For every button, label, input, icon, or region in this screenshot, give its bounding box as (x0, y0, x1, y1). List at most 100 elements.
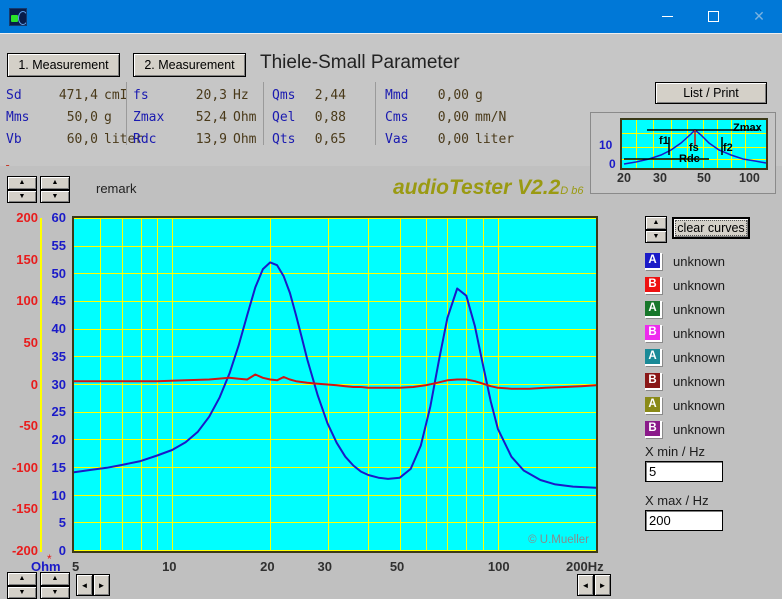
logo-suffix: D b6 (560, 185, 583, 197)
legend-item-0[interactable]: Aunknown (645, 249, 780, 273)
spinner-left-2[interactable]: ▲ ▼ (40, 176, 70, 203)
impedance-tick-label: 45 (44, 293, 66, 308)
scroll-arrows-left[interactable]: ◄ ► (76, 574, 110, 596)
parameter-value: 52,4 (179, 110, 227, 125)
parameter-row: Vb60,0liter (6, 128, 143, 150)
spinner-up-icon[interactable]: ▲ (7, 176, 37, 190)
clear-curves-button[interactable]: clear curves (672, 217, 750, 239)
frequency-tick-label: 200Hz (566, 559, 604, 574)
spinner-down-icon[interactable]: ▼ (40, 190, 70, 204)
legend-item-2[interactable]: Aunknown (645, 297, 780, 321)
arrow-right-icon[interactable]: ► (93, 574, 110, 596)
parameter-value: 471,4 (46, 88, 98, 103)
curve-color-swatch[interactable]: B (645, 277, 662, 294)
list-print-button[interactable]: List / Print (655, 82, 767, 104)
title-bar: ✕ (0, 0, 782, 33)
legend-spinner[interactable]: ▲ ▼ (645, 216, 667, 243)
spinner-down-icon[interactable]: ▼ (7, 190, 37, 204)
legend-item-6[interactable]: Aunknown (645, 393, 780, 417)
legend-item-7[interactable]: Bunknown (645, 417, 780, 441)
legend-item-label: unknown (673, 278, 725, 293)
parameter-name: Mms (6, 110, 46, 125)
mini-y-tick: 0 (609, 157, 616, 171)
arrow-left-icon[interactable]: ◄ (76, 574, 93, 596)
parameter-name: Zmax (133, 110, 179, 125)
remark-label: remark (96, 181, 136, 196)
legend-item-5[interactable]: Bunknown (645, 369, 780, 393)
column-separator (263, 82, 264, 145)
parameter-value: 60,0 (46, 132, 98, 147)
scroll-arrows-right[interactable]: ◄ ► (577, 574, 611, 596)
parameter-name: Sd (6, 88, 46, 103)
phase-tick-label: 0 (2, 377, 38, 392)
mini-x-tick: 30 (653, 171, 667, 185)
parameter-unit: g (98, 110, 112, 125)
legend-item-label: unknown (673, 302, 725, 317)
spinner-left-1[interactable]: ▲ ▼ (7, 176, 37, 203)
arrow-left-icon[interactable]: ◄ (577, 574, 594, 596)
status-dash: - (4, 158, 11, 172)
parameter-value: 0,00 (425, 88, 469, 103)
mini-x-tick: 100 (739, 171, 760, 185)
curve-color-swatch[interactable]: B (645, 325, 662, 342)
parameter-value: 0,88 (310, 110, 346, 125)
curve-color-swatch[interactable]: A (645, 301, 662, 318)
arrow-right-icon[interactable]: ► (594, 574, 611, 596)
chart-plot-area[interactable]: © U.Mueller (72, 216, 598, 553)
parameter-row: Cms0,00mm/N (385, 106, 514, 128)
spinner-up-icon[interactable]: ▲ (7, 572, 37, 586)
curve-color-swatch[interactable]: A (645, 397, 662, 414)
spinner-up-icon[interactable]: ▲ (40, 176, 70, 190)
phase-axis-line (40, 218, 42, 552)
parameter-unit: Hz (227, 88, 249, 103)
impedance-tick-label: 0 (44, 543, 66, 558)
frequency-tick-label: 5 (72, 559, 79, 574)
spinner-bottom-2[interactable]: ▲ ▼ (40, 572, 70, 599)
legend-item-1[interactable]: Bunknown (645, 273, 780, 297)
maximize-button[interactable] (690, 0, 736, 33)
curve-color-swatch[interactable]: A (645, 349, 662, 366)
legend-item-label: unknown (673, 326, 725, 341)
phase-tick-label: -150 (2, 501, 38, 516)
parameter-value: 20,3 (179, 88, 227, 103)
spinner-down-icon[interactable]: ▼ (645, 230, 667, 244)
parameter-row: Mms50,0g (6, 106, 143, 128)
tab-measurement-2[interactable]: 2. Measurement (133, 53, 246, 77)
close-icon[interactable]: ✕ (736, 0, 782, 33)
copyright-notice: © U.Mueller (528, 534, 589, 546)
curve-color-swatch[interactable]: A (645, 253, 662, 270)
phase-tick-label: 200 (2, 210, 38, 225)
x-max-input[interactable]: 200 (645, 510, 723, 531)
impedance-tick-label: 60 (44, 210, 66, 225)
parameter-unit: cmI (98, 88, 127, 103)
curve-color-swatch[interactable]: B (645, 373, 662, 390)
impedance-tick-label: 55 (44, 238, 66, 253)
mini-annotation: Zmax (733, 122, 762, 134)
mini-annotation: f2 (723, 142, 733, 154)
parameter-row: Mmd0,00g (385, 84, 514, 106)
legend-item-label: unknown (673, 398, 725, 413)
frequency-tick-label: 10 (162, 559, 176, 574)
chart-curves (74, 218, 596, 551)
x-min-input[interactable]: 5 (645, 461, 723, 482)
spinner-down-icon[interactable]: ▼ (40, 586, 70, 599)
spinner-bottom-1[interactable]: ▲ ▼ (7, 572, 37, 599)
spinner-down-icon[interactable]: ▼ (7, 586, 37, 599)
parameter-value: 0,65 (310, 132, 346, 147)
legend-item-label: unknown (673, 254, 725, 269)
spinner-up-icon[interactable]: ▲ (645, 216, 667, 230)
legend-item-3[interactable]: Bunknown (645, 321, 780, 345)
parameter-name: Qts (272, 132, 310, 147)
spinner-up-icon[interactable]: ▲ (40, 572, 70, 586)
minimize-button[interactable] (644, 0, 690, 33)
frequency-tick-label: 20 (260, 559, 274, 574)
parameter-name: Qms (272, 88, 310, 103)
phase-tick-label: -200 (2, 543, 38, 558)
parameter-row: Vas0,00liter (385, 128, 514, 150)
phase-tick-label: 150 (2, 252, 38, 267)
curve-color-swatch[interactable]: B (645, 421, 662, 438)
tab-measurement-1[interactable]: 1. Measurement (7, 53, 120, 77)
legend-item-4[interactable]: Aunknown (645, 345, 780, 369)
column-separator (375, 82, 376, 145)
logo-main: audioTester V2.2 (393, 176, 560, 199)
